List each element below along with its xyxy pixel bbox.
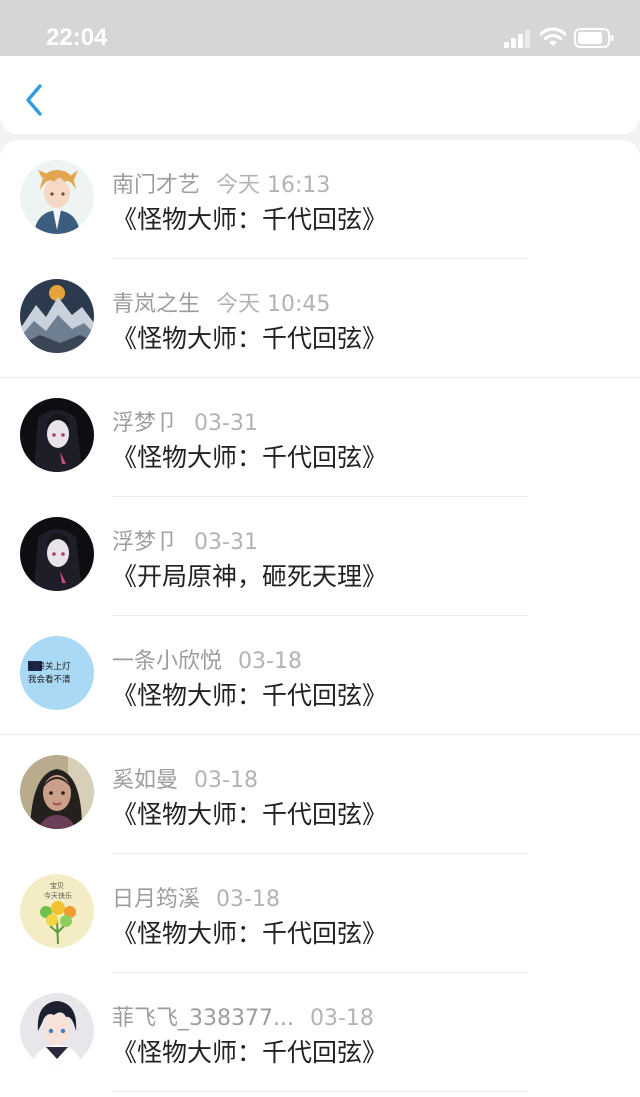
meta-line: 菲飞飞_338377... 03-18 bbox=[112, 1000, 374, 1032]
comment-date: 03-31 bbox=[194, 411, 258, 436]
battery-icon bbox=[574, 28, 614, 48]
meta-line: 一条小欣悦 03-18 bbox=[112, 643, 302, 675]
comment-list: 南门才艺 今天 16:13 《怪物大师：千代回弦》 青岚之生 今天 10:45 《怪… bbox=[0, 140, 640, 1097]
list-item[interactable]: 菲飞飞_338377... 03-18 《怪物大师：千代回弦》 bbox=[0, 973, 640, 1092]
author-name[interactable]: 南门才艺 bbox=[112, 173, 200, 198]
avatar[interactable] bbox=[20, 398, 94, 472]
comment-date: 03-18 bbox=[309, 1006, 374, 1031]
chevron-left-icon bbox=[26, 84, 42, 116]
book-title[interactable]: 《怪物大师：千代回弦》 bbox=[112, 319, 387, 355]
list-item[interactable]: 浮梦卩 03-31 《怪物大师：千代回弦》 bbox=[0, 378, 640, 497]
back-button[interactable] bbox=[20, 82, 50, 118]
comment-date: 03-18 bbox=[216, 887, 280, 912]
list-item[interactable]: 南门才艺 今天 16:13 《怪物大师：千代回弦》 bbox=[0, 140, 640, 259]
avatar[interactable]: 宝贝 今天快乐 bbox=[20, 874, 94, 948]
status-time: 22:04 bbox=[46, 24, 108, 51]
book-title[interactable]: 《怪物大师：千代回弦》 bbox=[112, 914, 387, 950]
book-title[interactable]: 《怪物大师：千代回弦》 bbox=[112, 676, 387, 712]
avatar[interactable] bbox=[20, 755, 94, 829]
book-title[interactable]: 《怪物大师：千代回弦》 bbox=[112, 438, 387, 474]
avatar-text: 今天快乐 bbox=[44, 891, 72, 900]
meta-line: 日月筠溪 03-18 bbox=[112, 881, 280, 913]
list-item[interactable]: 奚如曼 03-18 《怪物大师：千代回弦》 bbox=[0, 735, 640, 854]
list-item[interactable]: 浮梦卩 03-31 《开局原神，砸死天理》 bbox=[0, 497, 640, 616]
author-name[interactable]: 奚如曼 bbox=[112, 768, 178, 793]
avatar-text: 我会看不清 bbox=[28, 674, 71, 685]
avatar[interactable] bbox=[20, 160, 94, 234]
signal-icon bbox=[504, 30, 530, 48]
avatar[interactable]: 如果关上灯 我会看不清 如果关上灯 bbox=[20, 636, 94, 710]
avatar[interactable] bbox=[20, 517, 94, 591]
list-item[interactable]: 宝贝 今天快乐 日月筠溪 03-18 《怪物大师：千代回弦》 bbox=[0, 854, 640, 973]
author-name[interactable]: 青岚之生 bbox=[112, 292, 200, 317]
avatar-text: 如果关上灯 bbox=[28, 661, 71, 672]
list-item[interactable]: 如果关上灯 我会看不清 如果关上灯 一条小欣悦 03-18 《怪物大师：千代回弦》 bbox=[0, 616, 640, 735]
avatar[interactable] bbox=[20, 279, 94, 353]
divider bbox=[112, 1091, 528, 1092]
list-item[interactable]: 青岚之生 今天 10:45 《怪物大师：千代回弦》 bbox=[0, 259, 640, 378]
wifi-icon bbox=[540, 27, 566, 46]
meta-line: 奚如曼 03-18 bbox=[112, 762, 258, 794]
avatar-text: 宝贝 bbox=[50, 881, 64, 890]
nav-bar bbox=[0, 56, 640, 134]
comment-date: 今天 16:13 bbox=[216, 173, 331, 198]
avatar[interactable] bbox=[20, 993, 94, 1067]
comment-date: 今天 10:45 bbox=[216, 292, 331, 317]
author-name[interactable]: 浮梦卩 bbox=[112, 530, 178, 555]
comment-date: 03-18 bbox=[238, 649, 302, 674]
author-name[interactable]: 日月筠溪 bbox=[112, 887, 200, 912]
meta-line: 浮梦卩 03-31 bbox=[112, 405, 258, 437]
status-bar: 22:04 bbox=[0, 0, 640, 56]
book-title[interactable]: 《开局原神，砸死天理》 bbox=[112, 557, 387, 593]
meta-line: 浮梦卩 03-31 bbox=[112, 524, 258, 556]
book-title[interactable]: 《怪物大师：千代回弦》 bbox=[112, 1033, 387, 1069]
meta-line: 青岚之生 今天 10:45 bbox=[112, 286, 330, 318]
comment-date: 03-31 bbox=[194, 530, 258, 555]
book-title[interactable]: 《怪物大师：千代回弦》 bbox=[112, 200, 387, 236]
meta-line: 南门才艺 今天 16:13 bbox=[112, 167, 330, 199]
book-title[interactable]: 《怪物大师：千代回弦》 bbox=[112, 795, 387, 831]
author-name[interactable]: 浮梦卩 bbox=[112, 411, 178, 436]
author-name[interactable]: 一条小欣悦 bbox=[112, 649, 222, 674]
author-name[interactable]: 菲飞飞_338377... bbox=[112, 1006, 294, 1031]
comment-date: 03-18 bbox=[194, 768, 258, 793]
